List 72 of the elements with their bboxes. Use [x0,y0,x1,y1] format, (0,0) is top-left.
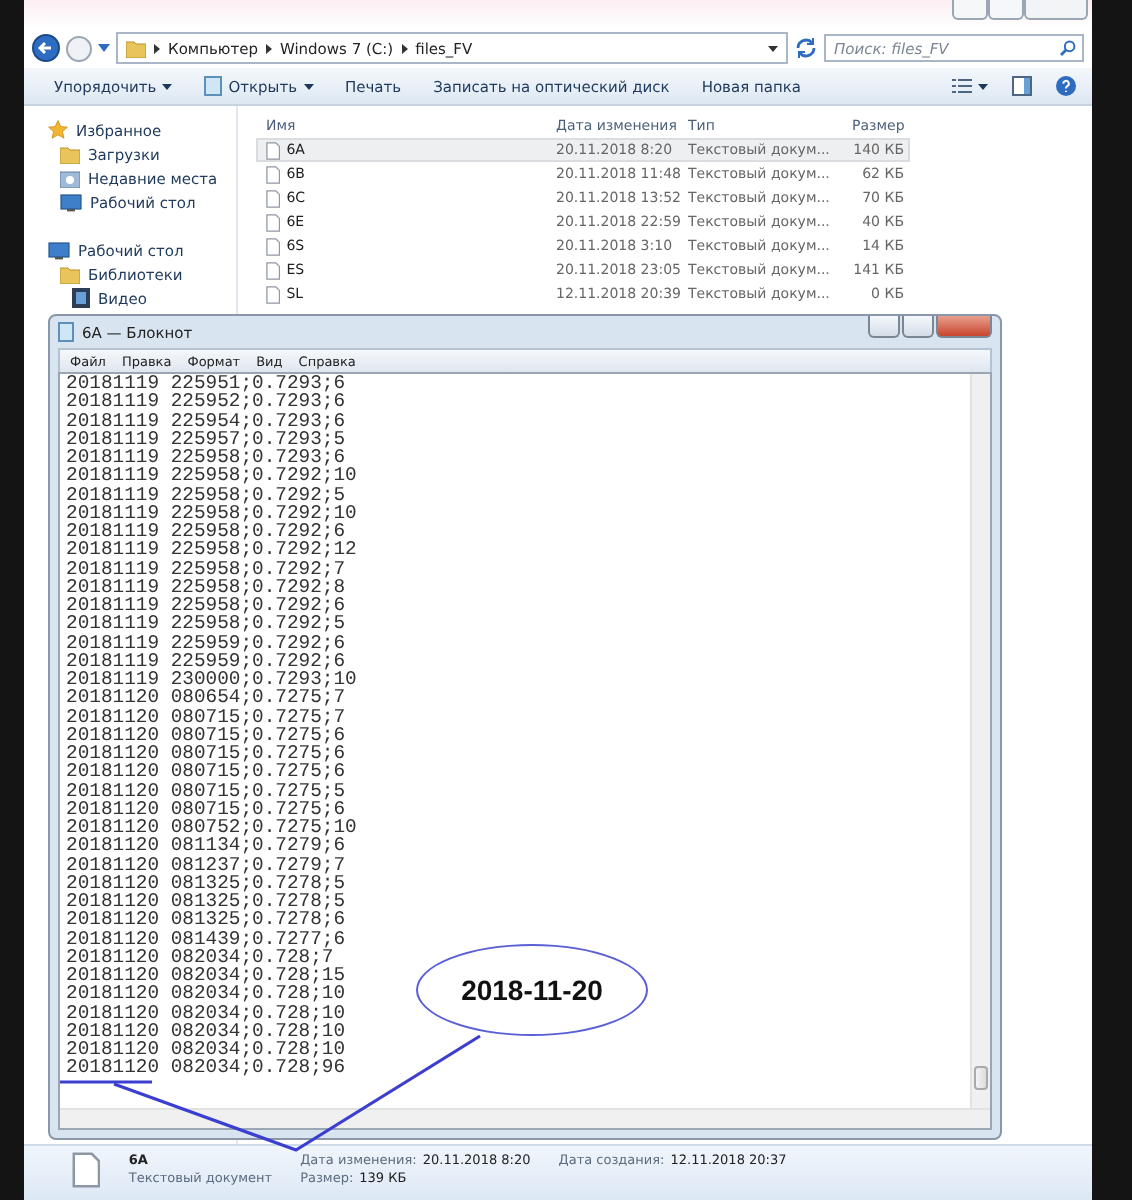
chevron-icon [154,43,160,53]
text-line: 20181119 225954;0.7293;6 [66,411,346,430]
text-line: 20181119 225958;0.7292;6 [66,596,346,615]
text-line: 20181120 081325;0.7278;5 [66,892,346,911]
vertical-scrollbar[interactable] [970,374,990,1108]
text-line: 20181120 082034;0.728;10 [66,984,346,1003]
help-icon[interactable] [1056,76,1076,96]
text-line: 20181119 225958;0.7292;12 [66,540,357,559]
text-line: 20181120 080752;0.7275;10 [66,818,357,837]
preview-pane-icon[interactable] [1012,76,1032,96]
text-line: 20181119 225957;0.7293;5 [66,429,346,448]
text-line: 20181119 225958;0.7292;5 [66,485,346,504]
back-button[interactable] [32,34,60,62]
text-line: 20181120 082034;0.728;10 [66,1003,346,1022]
text-line: 20181120 081325;0.7278;6 [66,910,346,929]
libraries-folder-icon [60,265,80,283]
text-line: 20181119 225959;0.7292;6 [66,651,346,670]
search-icon [1060,40,1076,56]
notepad-icon [204,76,223,96]
scroll-thumb[interactable] [974,1066,988,1090]
refresh-icon[interactable] [794,36,818,60]
text-line: 20181119 225958;0.7292;5 [66,614,346,633]
text-line: 20181120 081439;0.7277;6 [66,929,346,948]
document-icon [72,1152,101,1188]
caret-icon [162,83,173,89]
close-button[interactable] [1024,0,1088,20]
text-line: 20181120 081134;0.7279;6 [66,836,346,855]
text-line: 20181119 225958;0.7292;8 [66,577,346,596]
view-options-icon[interactable] [952,77,988,95]
desktop-icon [48,241,70,259]
text-line: 20181120 081325;0.7278;5 [66,873,346,892]
text-line: 20181120 080715;0.7275;5 [66,781,346,800]
chevron-icon [401,43,408,53]
text-line: 20181119 225958;0.7292;7 [66,559,346,578]
text-line: 20181120 080715;0.7275;6 [66,725,346,744]
minimize-button[interactable] [952,0,988,20]
horizontal-scrollbar[interactable] [60,1108,990,1128]
downloads-folder-icon [60,145,80,163]
history-dropdown-icon[interactable] [98,44,110,52]
text-line: 20181120 082034;0.728;96 [66,1058,346,1077]
text-line: 20181120 080715;0.7275;6 [66,799,346,818]
text-line: 20181119 230000;0.7293;10 [66,670,357,689]
text-line: 20181120 080654;0.7275;7 [66,688,346,707]
text-line: 20181119 225952;0.7293;6 [66,392,346,411]
caret-icon [303,83,313,89]
desktop-icon [60,193,82,211]
text-line: 20181119 225958;0.7293;6 [66,448,346,467]
forward-button[interactable] [66,35,92,61]
text-line: 20181119 225958;0.7292;6 [66,522,346,541]
text-line: 20181119 225958;0.7292;10 [66,503,357,522]
text-line: 20181119 225958;0.7292;10 [66,466,357,485]
text-line: 20181120 080715;0.7275;7 [66,707,346,726]
text-line: 20181120 081237;0.7279;7 [66,855,346,874]
recent-places-icon [60,169,80,187]
text-line: 20181119 225951;0.7293;6 [66,374,346,393]
text-line: 20181120 082034;0.728;10 [66,1040,346,1059]
text-line: 20181120 082034;0.728;15 [66,966,346,985]
maximize-button[interactable] [988,0,1024,20]
chevron-icon [265,43,272,53]
text-line: 20181120 082034;0.728;7 [66,947,334,966]
text-line: 20181120 080715;0.7275;6 [66,744,346,763]
text-line: 20181120 082034;0.728;10 [66,1021,346,1040]
text-line: 20181119 225959;0.7292;6 [66,633,346,652]
text-line: 20181120 080715;0.7275;6 [66,762,346,781]
notepad-icon [58,322,74,342]
minimize-button[interactable] [868,316,900,338]
folder-icon [126,39,146,57]
close-button[interactable] [936,316,992,338]
maximize-button[interactable] [902,316,934,338]
dropdown-icon[interactable] [768,45,778,51]
star-icon [48,120,68,140]
film-icon [72,288,90,308]
